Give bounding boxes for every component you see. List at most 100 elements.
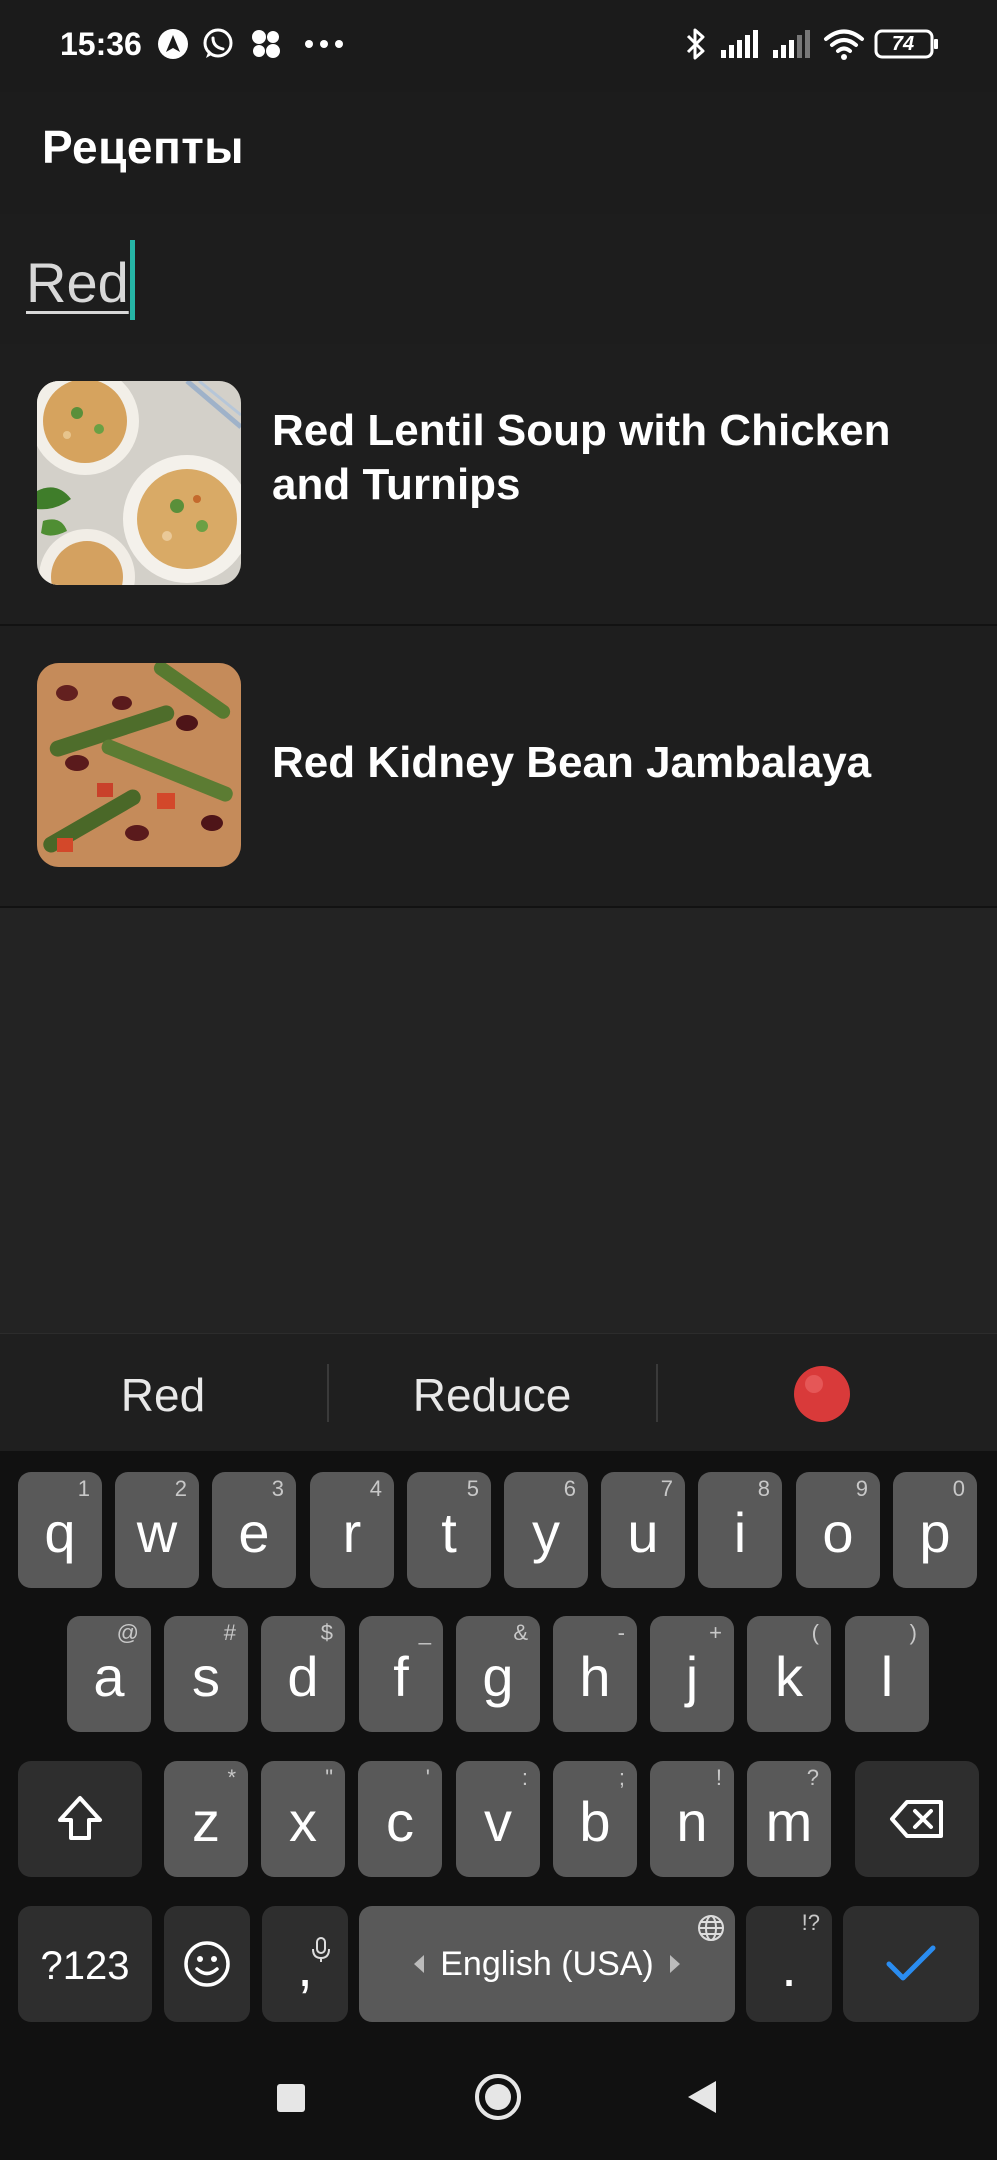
key-label: d [287,1644,319,1708]
page-title: Рецепты [42,121,245,173]
suggestion-divider [656,1364,658,1422]
jambalaya-photo [37,663,241,867]
key-hint: !? [801,1910,820,1935]
key-y[interactable]: 6y [504,1472,588,1588]
key-hint: 1 [77,1476,90,1501]
key-o[interactable]: 9o [796,1472,880,1588]
key-s[interactable]: # s [164,1616,248,1732]
key-hint: ' [425,1765,430,1790]
key-label: j [685,1644,699,1708]
key-p[interactable]: 0p [893,1472,977,1588]
key-label: u [627,1500,659,1564]
key-h[interactable]: -h [553,1616,637,1732]
key-hint: + [709,1620,722,1645]
key-n[interactable]: ! n [650,1761,734,1877]
key-label: s [192,1644,220,1708]
list-item[interactable]: Red Kidney Bean Jambalaya [0,626,997,908]
space-key-label: English (USA) [440,1944,654,1983]
key-hint: @ [116,1620,139,1645]
key-label: m [765,1789,813,1853]
key-l[interactable]: ) l [845,1616,929,1732]
key-q[interactable]: 1q [18,1472,102,1588]
more-icon [304,24,344,64]
suggestion-strip: Red Reduce [0,1333,997,1452]
suggestion-reduce[interactable]: Reduce [370,1368,614,1422]
key-label: v [484,1789,512,1853]
suggestion-red[interactable]: Red [80,1368,246,1422]
bluetooth-icon [683,24,709,64]
key-g[interactable]: & g [456,1616,540,1732]
microphone-icon [310,1912,332,1977]
key-m[interactable]: ? m [747,1761,831,1877]
key-hint: ! [715,1765,722,1790]
key-i[interactable]: 8i [698,1472,782,1588]
key-label: e [238,1500,270,1564]
key-hint: 5 [466,1476,479,1501]
key-label: a [93,1644,125,1708]
globe-icon [697,1912,725,1951]
smiley-icon [183,1940,231,1988]
key-hint: : [521,1765,528,1790]
key-v[interactable]: :v [456,1761,540,1877]
key-x[interactable]: " x [261,1761,345,1877]
key-r[interactable]: 4r [310,1472,394,1588]
key-hint: - [617,1620,625,1645]
key-label: n [676,1789,708,1853]
key-hint: 8 [757,1476,770,1501]
key-c[interactable]: ' c [358,1761,442,1877]
key-a[interactable]: @ a [67,1616,151,1732]
key-e[interactable]: 3e [212,1472,296,1588]
back-button[interactable] [686,2079,718,2115]
recents-button[interactable] [276,2083,306,2113]
key-u[interactable]: 7u [601,1472,685,1588]
signal-icon-2 [770,24,814,64]
enter-key[interactable] [843,1906,979,2022]
key-label: x [289,1789,317,1853]
list-item[interactable]: Red Lentil Soup with Chicken and Turnips [0,344,997,626]
suggestion-divider [327,1364,329,1422]
key-hint: ? [806,1765,819,1790]
key-hint: 3 [271,1476,284,1501]
recipe-title: Red Kidney Bean Jambalaya [272,738,872,787]
key-t[interactable]: 5t [407,1472,491,1588]
keyboard: 1 q 2 w 3 e 4 r 5 t 6 y 7 u 8 i 9 o 0 p @ a # s $ d _ f & g - h + j(k) l * z… [0,1451,997,2045]
results-list: Red Lentil Soup with Chicken and Turnips [0,344,997,1334]
app-bar: Рецепты [0,92,997,215]
key-z[interactable]: * z [164,1761,248,1877]
key-label: l [880,1644,894,1708]
period-key[interactable]: !?. [746,1906,832,2022]
language-left-icon [412,1945,426,1984]
key-label: q [44,1500,76,1564]
key-hint: * [227,1765,236,1790]
text-cursor [130,240,135,320]
symbols-key[interactable]: ?123 [18,1906,152,2022]
key-label: i [733,1500,747,1564]
language-right-icon [668,1945,682,1984]
key-hint: ; [618,1765,625,1790]
shift-key[interactable] [18,1761,142,1877]
key-hint: # [223,1620,236,1645]
key-f[interactable]: _ f [359,1616,443,1732]
app-icon [248,24,284,64]
search-input[interactable]: Red [0,214,997,344]
recipe-title: Red Lentil Soup with Chicken and Turnips [272,406,891,509]
red-circle-emoji[interactable] [792,1364,852,1424]
key-hint: _ [418,1620,431,1645]
backspace-key[interactable] [855,1761,979,1877]
key-hint: 0 [952,1476,965,1501]
emoji-key[interactable] [164,1906,250,2022]
search-input-value: Red [26,251,129,314]
navigation-bar [0,2045,997,2160]
key-d[interactable]: $ d [261,1616,345,1732]
key-label: g [482,1644,514,1708]
whatsapp-icon [200,24,236,64]
key-b[interactable]: ; b [553,1761,637,1877]
backspace-icon [889,1799,945,1839]
comma-key[interactable]: , [262,1906,348,2022]
lentil-soup-photo [37,381,241,585]
home-button[interactable] [474,2073,522,2121]
key-k[interactable]: (k [747,1616,831,1732]
key-w[interactable]: 2w [115,1472,199,1588]
key-j[interactable]: + j [650,1616,734,1732]
space-key[interactable]: English (USA) [359,1906,735,2022]
